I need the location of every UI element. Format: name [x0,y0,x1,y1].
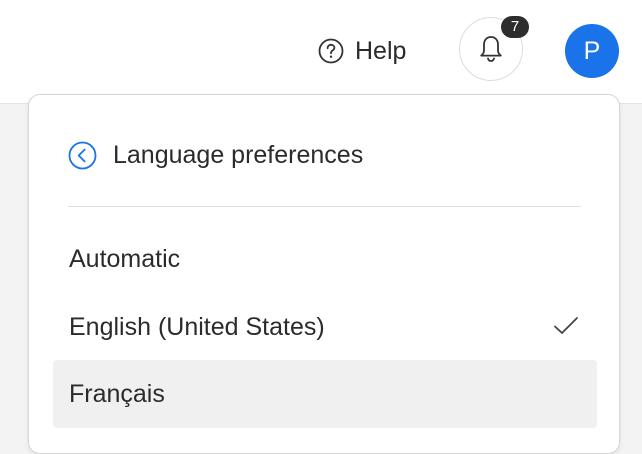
language-option-automatic[interactable]: Automatic [53,230,597,288]
language-option-francais[interactable]: Français [53,360,597,428]
menu-header: Language preferences [68,139,363,171]
language-option-label: English (United States) [69,312,325,341]
language-preferences-menu: Language preferences Automatic English (… [28,94,620,454]
help-button[interactable]: Help [318,36,406,66]
language-option-english-us[interactable]: English (United States) [53,298,597,356]
checkmark-icon [554,317,578,334]
language-option-label: Automatic [69,244,181,273]
bell-icon [480,36,502,62]
help-icon [318,38,344,64]
notification-count-badge: 7 [501,16,529,38]
avatar[interactable]: P [565,24,619,78]
back-icon[interactable] [68,141,97,170]
menu-title: Language preferences [113,140,364,169]
divider [68,206,581,207]
top-bar: Help 7 P [0,0,642,104]
language-option-label: Français [69,379,165,408]
help-label: Help [355,36,407,65]
